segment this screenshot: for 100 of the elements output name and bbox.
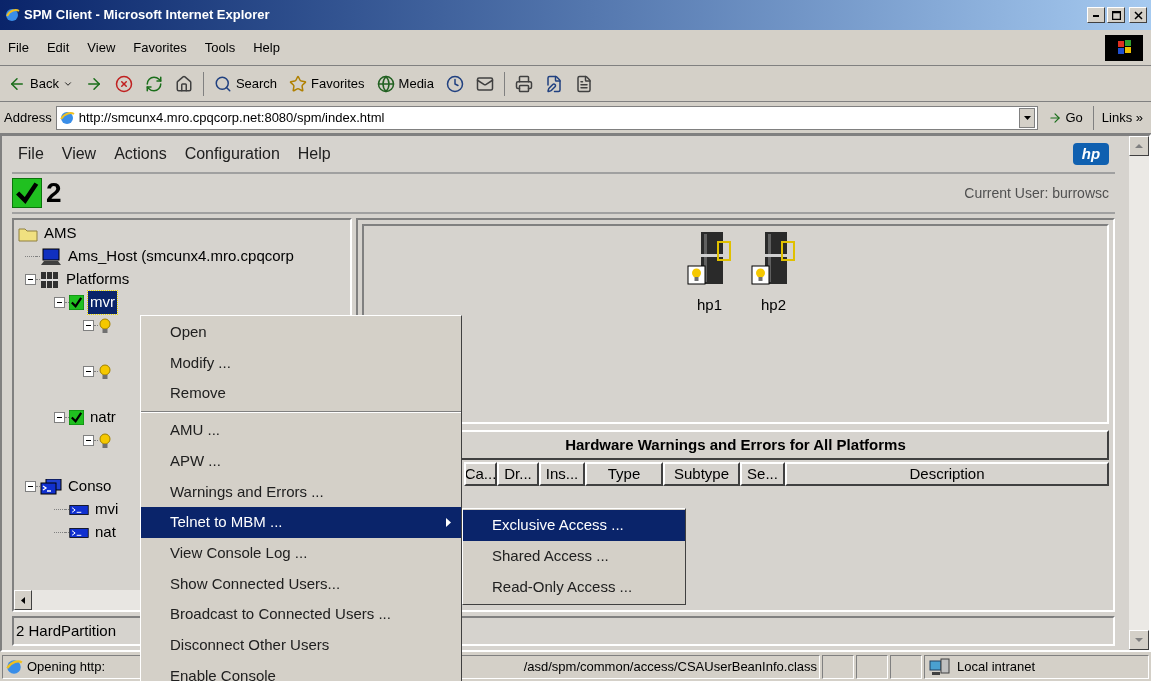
menu-item[interactable]: File bbox=[8, 37, 29, 58]
scroll-left-button[interactable] bbox=[14, 590, 32, 610]
minus-icon bbox=[85, 322, 92, 329]
status-text: Opening http: bbox=[27, 657, 106, 676]
down-arrow-icon bbox=[1135, 638, 1143, 642]
tree-item[interactable]: natr bbox=[88, 406, 118, 429]
page-icon bbox=[58, 109, 75, 126]
column-header[interactable]: Dr... bbox=[497, 462, 539, 486]
tree-toggle[interactable] bbox=[25, 481, 36, 492]
menu-option[interactable]: Open bbox=[141, 317, 461, 348]
menu-option[interactable]: View Console Log ... bbox=[141, 537, 461, 569]
links-button[interactable]: Links » bbox=[1097, 107, 1147, 128]
folder-icon bbox=[18, 225, 38, 242]
close-icon bbox=[1133, 10, 1143, 20]
menu-option[interactable]: Broadcast to Connected Users ... bbox=[141, 599, 461, 630]
menu-option[interactable]: Show Connected Users... bbox=[141, 568, 461, 600]
status-text: /asd/spm/common/access/CSAUserBeanInfo.class bbox=[523, 657, 817, 676]
lightbulb-icon bbox=[98, 317, 112, 334]
column-header[interactable]: Ins... bbox=[539, 462, 585, 486]
menu-item[interactable]: View bbox=[87, 37, 116, 58]
tree-item[interactable]: AMS bbox=[42, 222, 79, 245]
edit-icon bbox=[545, 74, 563, 93]
maximize-icon bbox=[1111, 10, 1121, 20]
globe-icon bbox=[376, 74, 395, 93]
check-icon bbox=[12, 178, 42, 208]
window-title: SPM Client - Microsoft Internet Explorer bbox=[24, 6, 270, 25]
tree-item[interactable]: nat bbox=[93, 521, 118, 544]
server-icon bbox=[686, 230, 733, 286]
dropdown-button[interactable] bbox=[1019, 107, 1036, 128]
column-header[interactable]: Description bbox=[785, 462, 1109, 486]
menu-item[interactable]: Help bbox=[253, 37, 280, 58]
menu-option[interactable]: Exclusive Access ... bbox=[463, 510, 685, 541]
menu-option[interactable]: Warnings and Errors ... bbox=[141, 476, 461, 508]
vertical-scrollbar[interactable] bbox=[1129, 136, 1149, 650]
status-pane bbox=[856, 654, 888, 679]
menu-item[interactable]: Favorites bbox=[133, 37, 187, 58]
home-icon bbox=[174, 74, 193, 93]
document-icon bbox=[575, 74, 593, 93]
maximize-button[interactable] bbox=[1107, 7, 1125, 23]
applet-menu-item[interactable]: View bbox=[61, 142, 97, 166]
up-arrow-icon bbox=[1135, 144, 1143, 148]
go-arrow-icon bbox=[1048, 110, 1063, 125]
printer-icon bbox=[515, 74, 533, 93]
tree-toggle[interactable] bbox=[83, 435, 94, 446]
tree-item[interactable]: mvr bbox=[88, 291, 117, 314]
menu-option[interactable]: Modify ... bbox=[141, 347, 461, 379]
left-arrow-icon bbox=[21, 596, 25, 604]
toolbar-button[interactable]: Favorites bbox=[285, 69, 369, 98]
tree-toggle[interactable] bbox=[54, 297, 65, 308]
column-header[interactable]: Subtype bbox=[663, 462, 740, 486]
menu-option[interactable]: Enable Console bbox=[141, 660, 461, 681]
tree-toggle[interactable] bbox=[25, 274, 36, 285]
menu-item[interactable]: Tools bbox=[204, 37, 236, 58]
scroll-down-button[interactable] bbox=[1129, 630, 1149, 650]
tree-toggle[interactable] bbox=[83, 366, 94, 377]
close-button[interactable] bbox=[1129, 7, 1147, 23]
check-icon bbox=[69, 295, 84, 310]
minus-icon bbox=[85, 368, 92, 375]
menu-option[interactable]: Read-Only Access ... bbox=[463, 572, 685, 603]
toolbar-button[interactable]: Media bbox=[372, 69, 438, 98]
applet-menu-item[interactable]: Actions bbox=[114, 142, 167, 166]
status-pane bbox=[822, 654, 854, 679]
lightbulb-icon bbox=[98, 363, 112, 380]
status-count: 2 bbox=[46, 176, 62, 210]
device-label[interactable]: hp1 bbox=[697, 294, 722, 317]
menu-option[interactable]: Remove bbox=[141, 378, 461, 410]
applet-menu-item[interactable]: File bbox=[18, 142, 44, 166]
status-pane bbox=[890, 654, 922, 679]
scroll-up-button[interactable] bbox=[1129, 136, 1149, 156]
lightbulb-icon bbox=[98, 432, 112, 449]
column-header[interactable]: Se... bbox=[740, 462, 785, 486]
menu-option[interactable]: Telnet to MBM ... bbox=[141, 507, 461, 538]
computer-icon bbox=[40, 247, 62, 266]
column-header[interactable]: Type bbox=[585, 462, 663, 486]
tree-item[interactable]: Platforms bbox=[64, 268, 132, 291]
tree-item[interactable]: Ams_Host (smcunx4.mro.cpqcorp bbox=[66, 245, 296, 268]
applet-menu-item[interactable]: Configuration bbox=[184, 142, 280, 166]
applet-menu-item[interactable]: Help bbox=[297, 142, 331, 166]
minus-icon bbox=[85, 437, 92, 444]
current-user: Current User: burrowsc bbox=[964, 183, 1110, 203]
consoles-icon bbox=[40, 478, 62, 495]
star-icon bbox=[289, 74, 308, 93]
go-button[interactable]: Go bbox=[1042, 107, 1089, 128]
tree-item[interactable]: Conso bbox=[66, 475, 114, 498]
tree-item[interactable]: mvi bbox=[93, 498, 121, 521]
network-icon bbox=[929, 656, 951, 677]
toolbar-button[interactable]: Search bbox=[209, 69, 282, 98]
search-icon bbox=[213, 74, 232, 93]
menu-option[interactable]: Shared Access ... bbox=[463, 541, 685, 572]
hp-logo: hp bbox=[1073, 143, 1109, 165]
minimize-button[interactable] bbox=[1087, 7, 1105, 23]
address-field[interactable]: http://smcunx4.mro.cpqcorp.net:8080/spm/index.html bbox=[55, 105, 1039, 130]
tree-toggle[interactable] bbox=[83, 320, 94, 331]
windows-logo-icon bbox=[1105, 34, 1143, 61]
menu-item[interactable]: Edit bbox=[46, 37, 70, 58]
toolbar-button[interactable]: Back bbox=[4, 69, 77, 98]
column-header[interactable]: Ca... bbox=[464, 462, 497, 486]
menu-option[interactable]: Disconnect Other Users bbox=[141, 629, 461, 661]
device-label[interactable]: hp2 bbox=[761, 294, 786, 317]
tree-toggle[interactable] bbox=[54, 412, 65, 423]
